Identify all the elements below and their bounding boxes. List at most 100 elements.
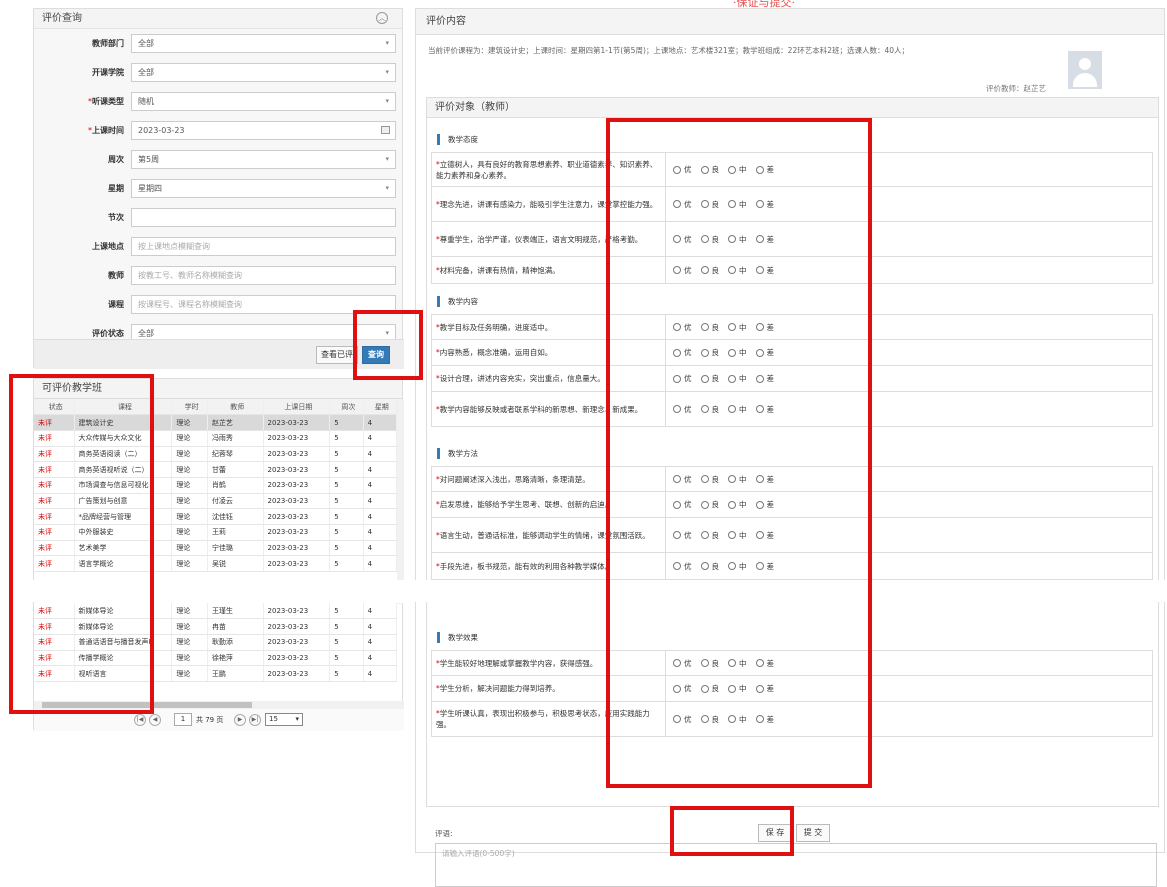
table-cell: 4 <box>363 540 398 557</box>
table-cell: 5 <box>329 555 364 573</box>
criterion-text: *学生能较好地理解或掌握教学内容，获得感强。 <box>436 658 597 669</box>
table-cell: 付凌云 <box>207 493 264 510</box>
criterion-text: *学生分析，解决问题能力得到培养。 <box>436 683 560 694</box>
query-select[interactable]: 全部 ▾ <box>131 34 396 53</box>
query-field-label-text: 听课类型 <box>92 97 124 106</box>
criterion-label: 手段先进，板书规范，能有效的利用各种教学媒体。 <box>439 561 613 571</box>
table-cell: 2023-03-23 <box>263 555 331 573</box>
query-panel-title: 评价查询 <box>34 9 402 29</box>
course-info-text: 当前评价课程为：建筑设计史；上课时间：星期四第1-1节(第5周)；上课地点：艺术… <box>428 46 910 55</box>
table-cell: 5 <box>329 461 364 478</box>
query-select[interactable]: 第5周 ▾ <box>131 150 396 169</box>
query-select[interactable]: 随机 ▾ <box>131 92 396 111</box>
query-field-label: 星期 <box>108 183 124 194</box>
query-field-row: 节次 <box>34 208 404 230</box>
table-cell: 理论 <box>171 665 208 682</box>
criterion-label: 学生能较好地理解或掌握教学内容，获得感强。 <box>439 658 598 668</box>
query-field-label: 节次 <box>108 212 124 223</box>
column-header[interactable]: 教师 <box>207 399 264 416</box>
query-field-value: 全部 <box>138 329 154 338</box>
query-field-label: 周次 <box>108 154 124 165</box>
query-field-label-text: 课程 <box>108 300 124 309</box>
last-page-icon[interactable]: ▶| <box>249 714 261 726</box>
table-cell: 理论 <box>171 603 208 620</box>
column-header[interactable]: 上课日期 <box>263 399 331 416</box>
table-cell: 2023-03-23 <box>263 665 331 682</box>
table-cell: 理论 <box>171 430 208 447</box>
table-cell: 沈佳钰 <box>207 508 264 525</box>
criterion-label: 对问题阐述深入浅出，思路清晰，条理清楚。 <box>439 474 590 484</box>
table-cell: 吴锐 <box>207 555 264 573</box>
column-header[interactable]: 学时 <box>171 399 208 416</box>
evaluating-teacher-label: 评价教师：赵芷艺 <box>986 84 1046 93</box>
table-vertical-scrollbar[interactable] <box>397 399 404 604</box>
criterion-text: *启发思维，能够给予学生思考、联想、创新的启迪。 <box>436 499 612 510</box>
query-field-value: 按教工号、教师名称模糊查询 <box>138 271 242 280</box>
highlight-box-search <box>353 310 423 380</box>
table-cell: 2023-03-23 <box>263 618 331 635</box>
query-field-value: 星期四 <box>138 184 162 193</box>
section-title: 教学效果 <box>437 632 478 643</box>
page-number-input[interactable]: 1 <box>174 713 192 726</box>
query-field-label-text: 开课学院 <box>92 68 124 77</box>
criterion-label: 内容熟悉，概念准确，运用自如。 <box>439 348 553 357</box>
table-cell: 5 <box>329 477 364 494</box>
query-field-label-text: 周次 <box>108 155 124 164</box>
table-cell: 2023-03-23 <box>263 430 331 447</box>
criterion-text: *内容熟悉，概念准确，运用自如。 <box>436 347 552 358</box>
query-field-value: 全部 <box>138 39 154 48</box>
first-page-icon[interactable]: |◀ <box>134 714 146 726</box>
query-field-row: 开课学院 全部 ▾ <box>34 63 404 85</box>
table-cell: 5 <box>329 618 364 635</box>
query-field-row: 星期 星期四 ▾ <box>34 179 404 201</box>
section-title: 教学内容 <box>437 296 478 307</box>
query-field-row: 周次 第5周 ▾ <box>34 150 404 172</box>
criterion-label: 教学目标及任务明确，进度适中。 <box>439 322 553 332</box>
section-title: 教学方法 <box>437 448 478 459</box>
table-cell: 4 <box>363 430 398 447</box>
table-cell: 5 <box>329 540 364 557</box>
calendar-icon[interactable] <box>381 126 390 134</box>
evaluation-panel-title: 评价内容 <box>416 9 1164 35</box>
query-select[interactable]: 全部 ▾ <box>131 63 396 82</box>
query-input[interactable]: 按教工号、教师名称模糊查询 <box>131 266 396 285</box>
table-cell: 5 <box>329 508 364 525</box>
query-field-label-text: 教师部门 <box>92 39 124 48</box>
page-size-select[interactable]: 15 ▾ <box>265 713 303 726</box>
table-cell: 赵芷艺 <box>207 414 264 431</box>
query-select[interactable]: 星期四 ▾ <box>131 179 396 198</box>
criterion-text: *教学目标及任务明确，进度适中。 <box>436 322 552 333</box>
table-cell: 2023-03-23 <box>263 650 331 667</box>
comment-textarea[interactable]: 请输入评语(0-500字) <box>435 843 1157 887</box>
table-cell: 2023-03-23 <box>263 634 331 651</box>
prev-page-icon[interactable]: ◀ <box>149 714 161 726</box>
date-field[interactable]: 2023-03-23 <box>131 121 396 140</box>
criterion-label: 启发思维，能够给予学生思考、联想、创新的启迪。 <box>439 500 613 509</box>
collapse-icon[interactable]: ︿ <box>376 12 388 24</box>
table-cell: 5 <box>329 634 364 651</box>
chevron-down-icon: ▾ <box>385 184 389 192</box>
view-evaluated-button[interactable]: 查看已评 <box>316 346 358 364</box>
query-input[interactable] <box>131 208 396 227</box>
table-cell: 4 <box>363 524 398 541</box>
column-header[interactable]: 星期 <box>363 399 398 416</box>
table-cell: 理论 <box>171 524 208 541</box>
criterion-text: *设计合理，讲述内容充实，突出重点，信息量大。 <box>436 373 605 384</box>
submit-button[interactable]: 提 交 <box>796 824 830 842</box>
criterion-label: 学生分析，解决问题能力得到培养。 <box>439 684 560 693</box>
table-cell: 4 <box>363 461 398 478</box>
highlight-box-save <box>670 806 794 856</box>
table-cell: 4 <box>363 414 398 431</box>
query-field-value: 全部 <box>138 68 154 77</box>
query-button-bar: 查看已评 查询 <box>34 339 404 369</box>
table-cell: 2023-03-23 <box>263 508 331 525</box>
column-header[interactable]: 周次 <box>329 399 364 416</box>
comment-label: 评语: <box>435 829 453 838</box>
table-cell: 王莉 <box>207 524 264 541</box>
criterion-label: 设计合理，讲述内容充实，突出重点，信息量大。 <box>439 374 605 383</box>
query-panel: 评价查询 ︿ 教师部门 全部 ▾ 开课学院 全部 ▾ *听课类型 随机 ▾ *上课时间 2023-0… <box>33 8 404 369</box>
next-page-icon[interactable]: ▶ <box>234 714 246 726</box>
query-field-label-text: 上课时间 <box>92 126 124 135</box>
table-cell: 4 <box>363 634 398 651</box>
query-input[interactable]: 按上课地点模糊查询 <box>131 237 396 256</box>
